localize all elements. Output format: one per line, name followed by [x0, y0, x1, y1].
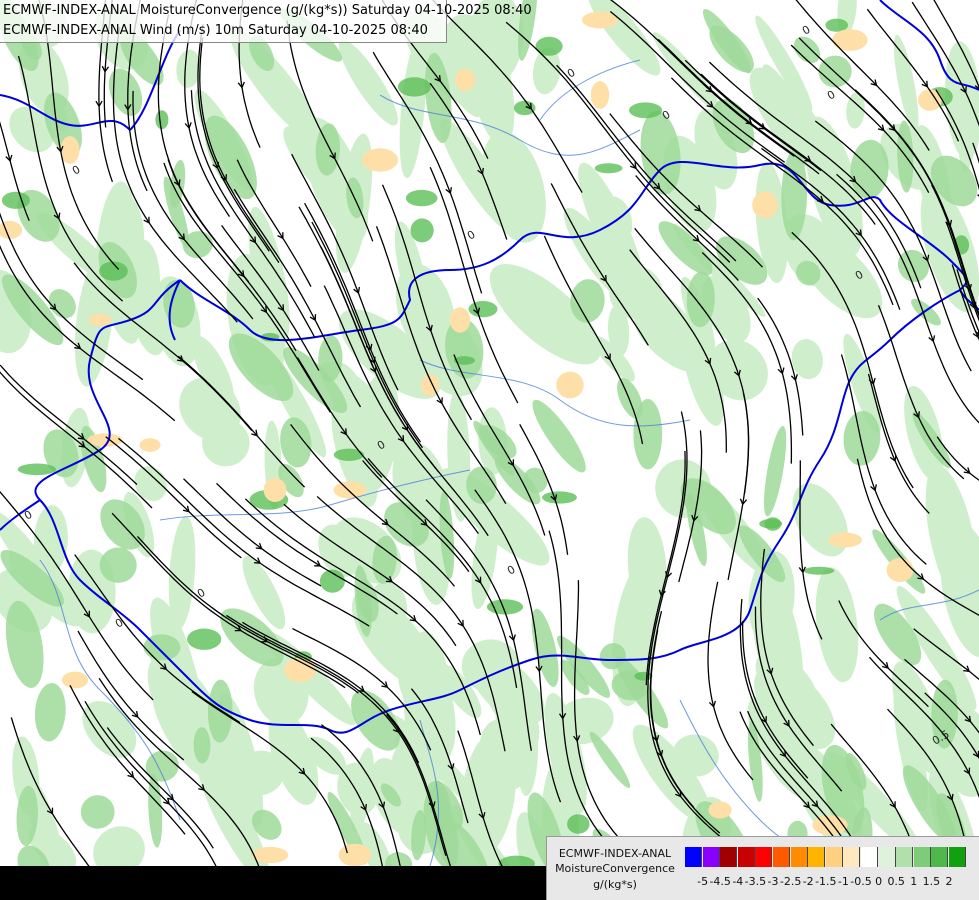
- convergence-patch: [513, 100, 536, 116]
- convergence-patch: [803, 566, 835, 575]
- legend-tick-label: 1.5: [922, 875, 941, 888]
- convergence-patch: [397, 77, 431, 97]
- legend-parameter-label: MoistureConvergence: [555, 862, 675, 875]
- legend-tick-label: -5: [697, 875, 709, 888]
- divergence-patch: [886, 558, 914, 582]
- legend-swatch: [790, 847, 808, 867]
- legend-swatch: [861, 847, 878, 867]
- convergence-patch: [634, 671, 653, 681]
- divergence-patch: [752, 191, 778, 219]
- map-title-box: ECMWF-INDEX-ANAL MoistureConvergence (g/…: [0, 0, 532, 43]
- legend-tick-label: -3: [767, 875, 779, 888]
- convergence-patch: [567, 814, 590, 834]
- divergence-patch: [449, 307, 471, 333]
- legend-swatch: [737, 847, 755, 867]
- divergence-patch: [590, 81, 610, 109]
- legend-tick-label: -3.5: [744, 875, 767, 888]
- legend-swatch: [720, 847, 738, 867]
- divergence-patch: [556, 371, 584, 399]
- legend-swatch: [685, 847, 702, 867]
- convergence-patch: [594, 163, 623, 174]
- legend-tick-label: -2.5: [779, 875, 802, 888]
- legend-swatch: [702, 847, 720, 867]
- convergence-patch: [187, 628, 222, 650]
- legend-tick-label: -1: [837, 875, 849, 888]
- divergence-patch: [60, 136, 80, 164]
- legend-tick-label: -1.5: [815, 875, 837, 888]
- divergence-patch: [455, 68, 475, 92]
- convergence-patch: [629, 102, 663, 119]
- divergence-patch: [832, 29, 868, 51]
- legend-swatch: [913, 847, 931, 867]
- legend-tick-label: -0.5: [850, 875, 872, 888]
- convergence-patch: [1, 191, 30, 209]
- convergence-patch: [542, 491, 577, 504]
- convergence-patch: [468, 301, 498, 318]
- legend-swatch: [931, 847, 949, 867]
- title-moisture-convergence: ECMWF-INDEX-ANAL MoistureConvergence (g/…: [3, 3, 532, 18]
- divergence-patch: [362, 148, 398, 172]
- legend-model-label: ECMWF-INDEX-ANAL: [558, 847, 672, 860]
- legend-tick-label: 0.5: [887, 875, 905, 888]
- divergence-patch: [88, 314, 112, 326]
- legend-swatch: [896, 847, 914, 867]
- divergence-patch: [828, 532, 862, 548]
- legend-swatch: [755, 847, 773, 867]
- legend-swatch: [878, 847, 896, 867]
- divergence-patch: [263, 478, 287, 502]
- divergence-patch: [251, 846, 289, 864]
- divergence-patch: [61, 671, 89, 689]
- divergence-patch: [708, 801, 732, 819]
- legend-tick-label: 0: [875, 875, 883, 888]
- legend-tick-label: 1: [910, 875, 918, 888]
- map-viewer: 0 0 0 0 0 0 0 0 0 0 0 0 0.5 ECMWF-INDEX-ANAL Moistur…: [0, 0, 979, 900]
- convergence-patch: [405, 189, 438, 207]
- legend-unit-label: g/(kg*s): [593, 878, 637, 891]
- legend-swatch: [825, 847, 843, 867]
- legend-tick-label: -4.5: [709, 875, 731, 888]
- color-legend: ECMWF-INDEX-ANAL MoistureConvergence g/(…: [546, 836, 979, 900]
- convergence-patch: [155, 110, 169, 130]
- legend-tick-label: -4: [732, 875, 744, 888]
- legend-swatch: [773, 847, 790, 867]
- divergence-patch: [338, 843, 372, 867]
- convergence-patch: [410, 218, 434, 243]
- convergence-patch: [764, 517, 782, 531]
- legend-swatch: [843, 847, 861, 867]
- convergence-patch: [633, 399, 663, 470]
- legend-swatch: [949, 847, 966, 867]
- title-wind: ECMWF-INDEX-ANAL Wind (m/s) 10m Saturday…: [3, 23, 428, 38]
- convergence-patch: [17, 463, 57, 476]
- legend-tick-label: -2: [802, 875, 814, 888]
- legend-tick-label: 2: [945, 875, 953, 888]
- legend-swatch: [808, 847, 826, 867]
- convergence-patch: [333, 448, 365, 461]
- no-data-band: [0, 866, 546, 900]
- map-canvas[interactable]: 0000000000000.5: [0, 0, 979, 900]
- divergence-patch: [139, 438, 161, 452]
